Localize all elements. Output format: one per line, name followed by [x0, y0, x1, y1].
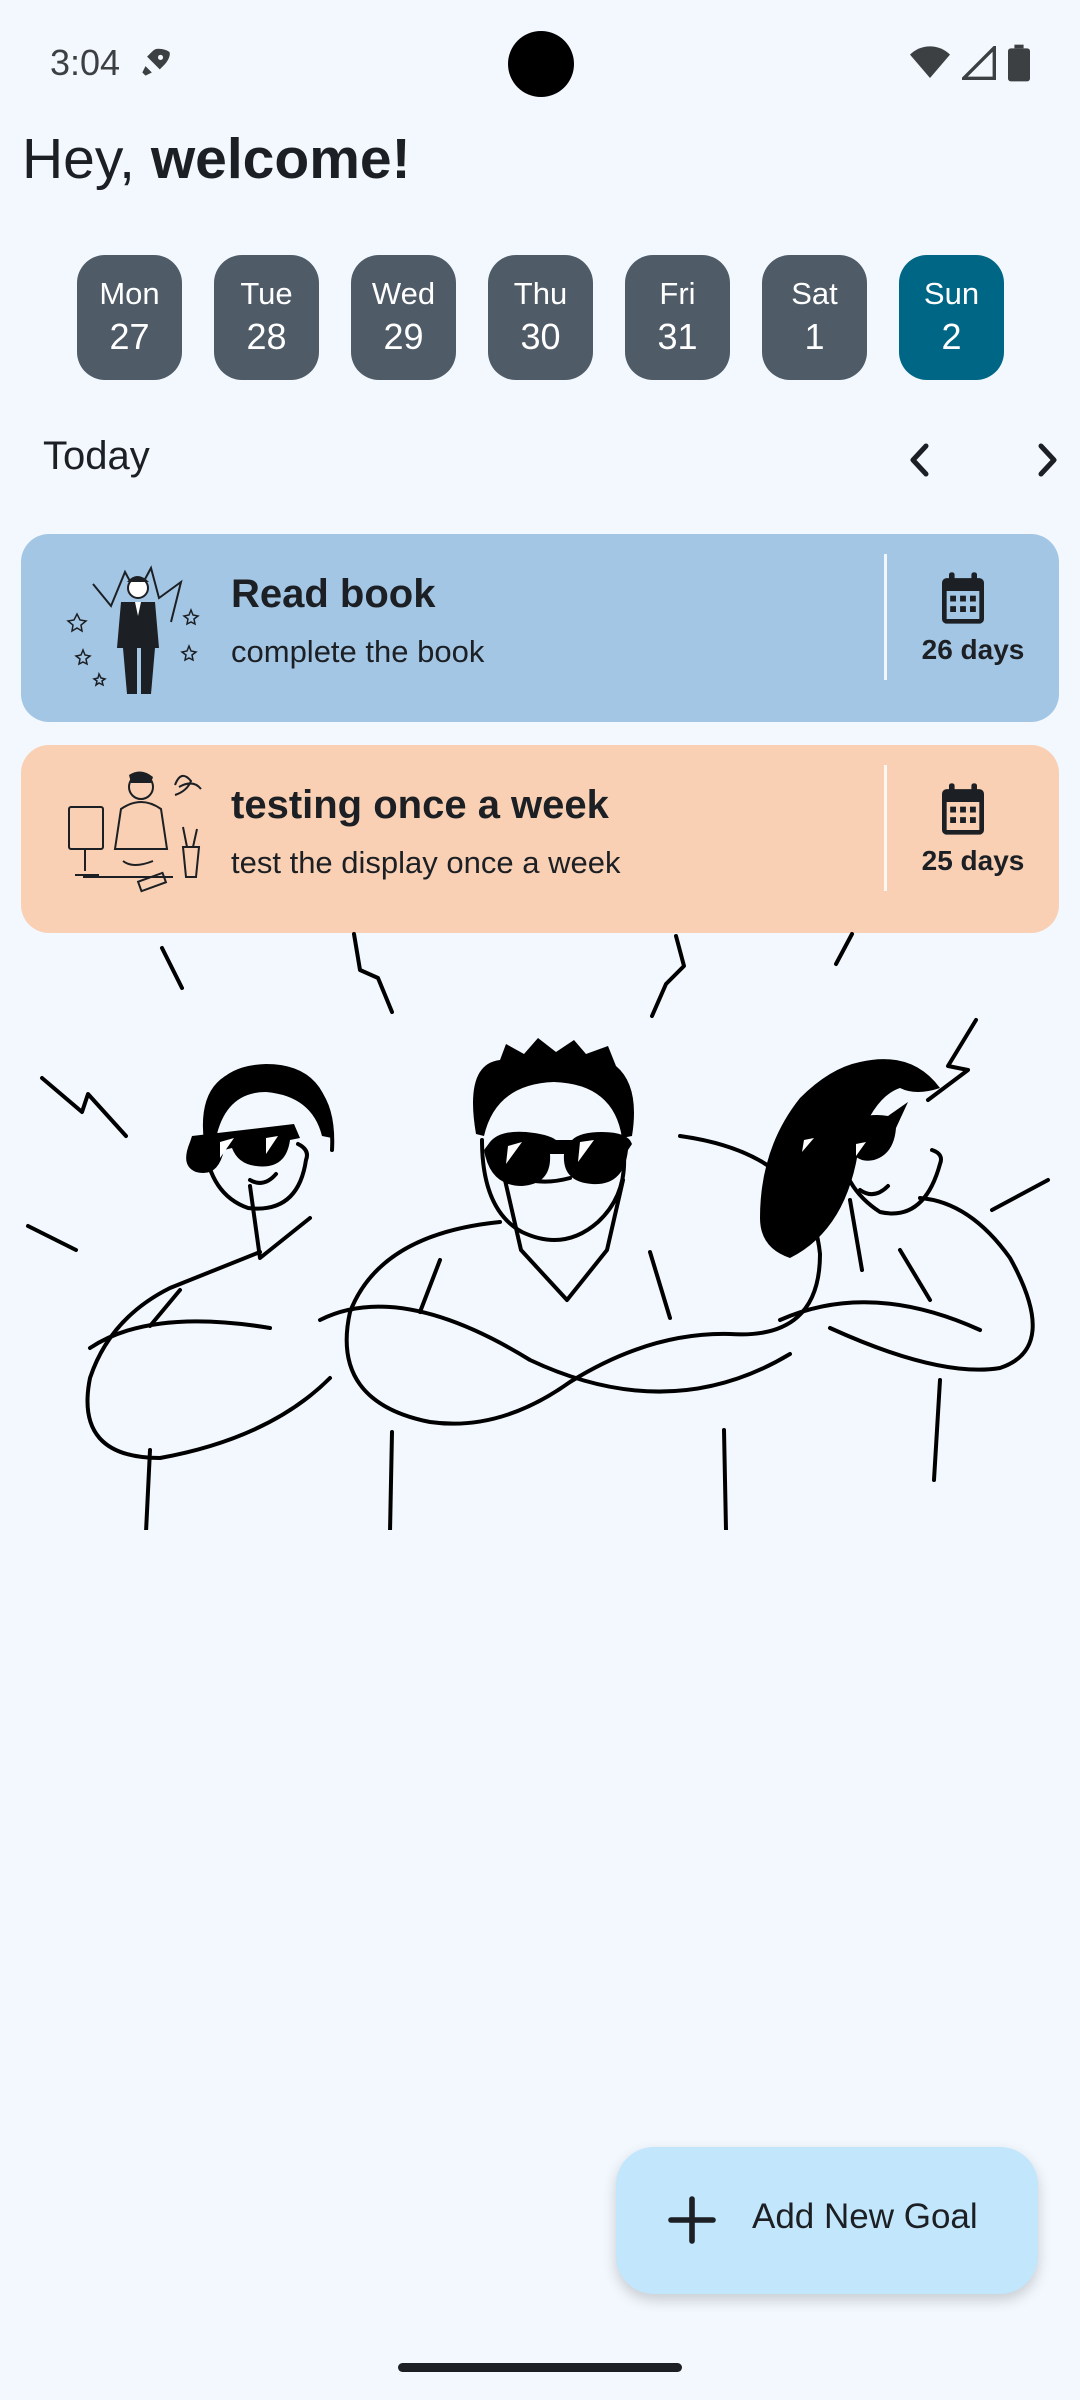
- day-chip-fri[interactable]: Fri 31: [625, 255, 730, 380]
- greeting-heading: Hey, welcome!: [22, 126, 411, 192]
- goal-title: Read book: [231, 572, 436, 616]
- status-bar: 3:04: [0, 0, 1080, 130]
- goal-days-remaining: 26 days: [921, 634, 1025, 665]
- day-name: Sun: [923, 275, 980, 311]
- day-chip-sun-selected[interactable]: Sun 2: [899, 255, 1004, 380]
- greeting-name: welcome!: [150, 127, 411, 191]
- goal-illustration: [66, 565, 200, 694]
- chevron-right-icon: [1038, 443, 1057, 477]
- day-chip-thu[interactable]: Thu 30: [488, 255, 593, 380]
- add-new-goal-button[interactable]: Add New Goal: [616, 2147, 1038, 2294]
- next-day-button[interactable]: [1017, 430, 1077, 490]
- day-name: Fri: [659, 275, 696, 311]
- day-name: Sat: [791, 275, 838, 311]
- home-indicator[interactable]: [398, 2363, 682, 2372]
- battery-icon: [1008, 44, 1030, 82]
- team-illustration: [26, 932, 1050, 1530]
- chevron-left-icon: [910, 443, 929, 477]
- wifi-icon: [910, 46, 950, 78]
- day-name: Wed: [371, 275, 436, 311]
- day-number: 30: [520, 315, 561, 357]
- greeting-prefix: Hey,: [22, 127, 151, 191]
- day-number: 31: [657, 315, 698, 357]
- goal-card[interactable]: Read book complete the book 26 days: [21, 534, 1059, 722]
- calendar-icon: [942, 572, 984, 624]
- goal-days-remaining: 25 days: [921, 845, 1025, 876]
- day-selector: Mon 27 Tue 28 Wed 29 Thu 30 Fri 31 Sat 1…: [77, 255, 1004, 380]
- section-title: Today: [43, 434, 150, 478]
- day-name: Mon: [99, 275, 160, 311]
- day-name: Tue: [240, 275, 293, 311]
- signal-icon: [962, 46, 996, 80]
- add-new-goal-label: Add New Goal: [752, 2197, 978, 2236]
- day-chip-tue[interactable]: Tue 28: [214, 255, 319, 380]
- day-chip-sat[interactable]: Sat 1: [762, 255, 867, 380]
- day-number: 2: [941, 315, 962, 357]
- plus-icon: [668, 2196, 716, 2244]
- status-time: 3:04: [50, 42, 121, 83]
- goal-subtitle: test the display once a week: [231, 845, 621, 880]
- calendar-icon: [942, 783, 984, 835]
- goal-illustration: [68, 771, 202, 893]
- front-camera: [508, 31, 574, 97]
- previous-day-button[interactable]: [890, 430, 950, 490]
- day-number: 1: [804, 315, 825, 357]
- goal-card[interactable]: testing once a week test the display onc…: [21, 745, 1059, 933]
- day-chip-wed[interactable]: Wed 29: [351, 255, 456, 380]
- day-number: 27: [109, 315, 150, 357]
- rocket-icon: [142, 48, 170, 76]
- day-chip-mon[interactable]: Mon 27: [77, 255, 182, 380]
- day-name: Thu: [513, 275, 568, 311]
- goal-title: testing once a week: [231, 783, 609, 827]
- day-number: 28: [246, 315, 287, 357]
- goal-subtitle: complete the book: [231, 634, 485, 669]
- status-icons: [910, 44, 1030, 82]
- day-number: 29: [383, 315, 424, 357]
- section-header: Today: [43, 430, 1057, 490]
